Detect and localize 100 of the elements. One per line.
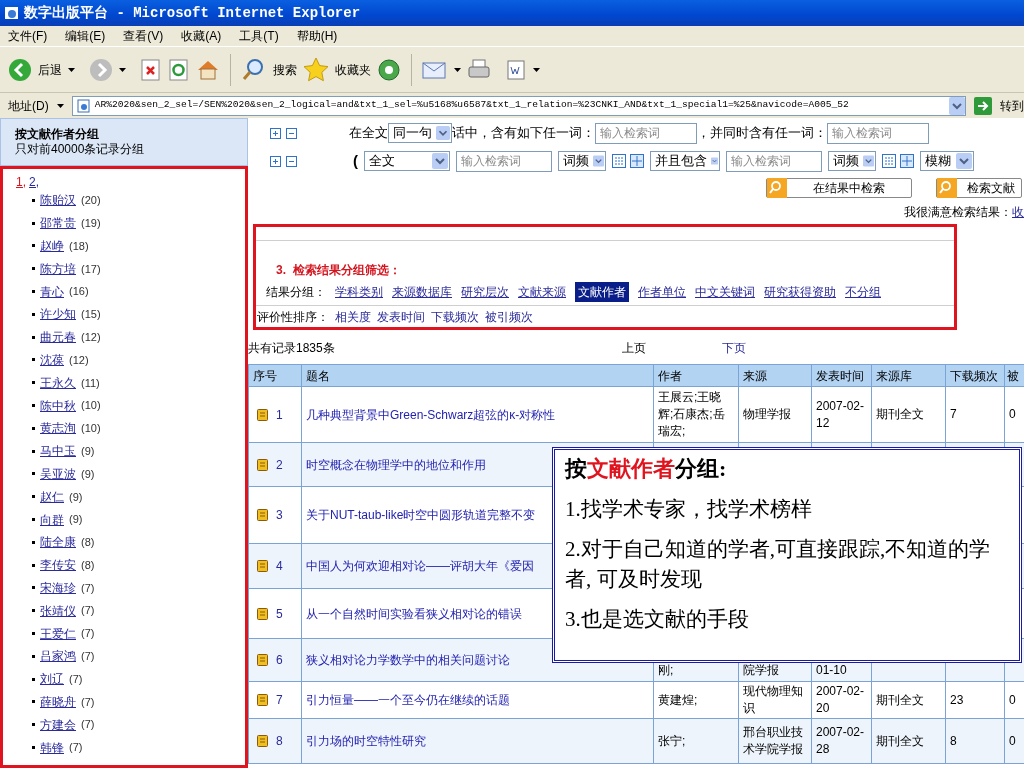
- dropdown[interactable]: 词频: [828, 151, 876, 171]
- dropdown[interactable]: 模糊: [920, 151, 974, 171]
- page-link[interactable]: 1,: [16, 175, 26, 189]
- table-cell-text: 王展云;王晓辉;石康杰;岳瑞宏;: [658, 389, 726, 440]
- author-link[interactable]: 刘辽: [40, 670, 64, 689]
- search-field[interactable]: 输入检索词: [827, 122, 929, 144]
- plus-icon[interactable]: [270, 155, 281, 167]
- expand-icon[interactable]: [630, 154, 644, 168]
- author-link[interactable]: 向群: [40, 510, 64, 529]
- author-link[interactable]: 张靖仪: [40, 601, 76, 620]
- group-option[interactable]: 研究层次: [461, 283, 509, 301]
- title-link[interactable]: 引力场的时空特性研究: [306, 734, 426, 748]
- go-icon[interactable]: [974, 96, 992, 115]
- author-link[interactable]: 方建会: [40, 715, 76, 734]
- menu-item[interactable]: 文件(F): [8, 27, 48, 45]
- author-link[interactable]: 薛晓舟: [40, 692, 76, 711]
- search-button[interactable]: 检索文献: [936, 178, 1022, 198]
- callout-point: 1.找学术专家，找学术榜样: [565, 496, 813, 523]
- menu-item[interactable]: 工具(T): [239, 27, 279, 45]
- menu-item[interactable]: 收藏(A): [181, 27, 222, 45]
- sort-option[interactable]: 下载频次: [431, 307, 479, 326]
- title-link[interactable]: 时空概念在物理学中的地位和作用: [306, 457, 486, 472]
- group-option[interactable]: 文献作者: [575, 282, 629, 302]
- author-link[interactable]: 青心: [40, 282, 64, 301]
- next-page-link[interactable]: 下页: [722, 339, 746, 357]
- sort-option[interactable]: 相关度: [335, 307, 371, 326]
- author-link[interactable]: 赵仁: [40, 487, 64, 506]
- title-link[interactable]: 狭义相对论力学数学中的相关问题讨论: [306, 653, 510, 667]
- row-number: 2: [276, 456, 283, 474]
- author-link[interactable]: 宋海珍: [40, 578, 76, 597]
- author-link[interactable]: 黄志洵: [40, 419, 76, 438]
- title-link[interactable]: 关于NUT-taub-like时空中圆形轨道完整不变: [306, 508, 536, 522]
- author-count: (10): [81, 398, 101, 414]
- group-option[interactable]: 研究获得资助: [764, 283, 836, 301]
- feedback-link[interactable]: 收: [1012, 203, 1024, 221]
- menu-item[interactable]: 查看(V): [123, 27, 164, 45]
- author-link[interactable]: 吕家鸿: [40, 647, 76, 666]
- dropdown[interactable]: 全文: [364, 151, 450, 171]
- author-link[interactable]: 赵峥: [40, 237, 64, 255]
- go-label[interactable]: 转到: [1000, 96, 1024, 115]
- search-button[interactable]: 在结果中检索: [766, 178, 912, 198]
- expand-icon[interactable]: [900, 154, 914, 168]
- back-label[interactable]: 后退: [38, 60, 62, 79]
- plus-icon[interactable]: [270, 127, 281, 139]
- grid-icon[interactable]: [612, 154, 626, 168]
- group-option[interactable]: 不分组: [845, 283, 881, 301]
- group-option[interactable]: 学科类别: [335, 283, 383, 301]
- author-count: (7): [69, 671, 83, 687]
- author-link[interactable]: 许少知: [40, 305, 76, 324]
- search-label[interactable]: 搜索: [273, 60, 297, 79]
- address-field[interactable]: AR%2020&sen_2_sel=/SEN%2020&sen_2_logical=and&txt_1_sel=%u5168%u6587&txt_1_relation=%23CNKI_AND&txt_1_special1=%25&navicode=A005_52: [71, 95, 966, 116]
- search-field[interactable]: 输入检索词: [456, 150, 552, 172]
- author-link[interactable]: 韩锋: [40, 738, 64, 757]
- dropdown[interactable]: 同一句: [388, 123, 452, 143]
- bullet-icon: [32, 700, 35, 704]
- menu-item[interactable]: 帮助(H): [296, 27, 338, 45]
- sort-option[interactable]: 被引频次: [485, 307, 533, 326]
- title-link[interactable]: 几种典型背景中Green-Schwarz超弦的κ-对称性: [306, 407, 556, 422]
- bullet-icon: [32, 472, 35, 476]
- author-link[interactable]: 曲元春: [40, 328, 76, 347]
- author-link[interactable]: 邵常贵: [40, 214, 76, 233]
- media-icon[interactable]: [377, 57, 401, 82]
- back-icon[interactable]: [8, 57, 32, 82]
- stop-icon[interactable]: [140, 58, 162, 81]
- author-link[interactable]: 王爱仁: [40, 624, 76, 643]
- author-link[interactable]: 陆全康: [40, 533, 76, 552]
- favorites-label[interactable]: 收藏夹: [335, 60, 371, 79]
- author-link[interactable]: 陈贻汉: [40, 191, 76, 210]
- dropdown[interactable]: 词频: [558, 151, 606, 171]
- grid-icon[interactable]: [882, 154, 896, 168]
- document-icon[interactable]: [505, 58, 527, 81]
- author-link[interactable]: 王永久: [40, 373, 76, 392]
- author-link[interactable]: 李传安: [40, 556, 76, 575]
- browser-icon: [4, 5, 20, 21]
- search-field[interactable]: 输入检索词: [726, 150, 822, 172]
- author-link[interactable]: 马中玉: [40, 442, 76, 461]
- search-field[interactable]: 输入检索词: [595, 122, 697, 144]
- group-option[interactable]: 来源数据库: [392, 283, 452, 301]
- group-option[interactable]: 作者单位: [638, 283, 686, 301]
- menu-item[interactable]: 编辑(E): [65, 27, 106, 45]
- author-link[interactable]: 吴亚波: [40, 464, 76, 483]
- sort-option[interactable]: 发表时间: [377, 307, 425, 326]
- title-link[interactable]: 从一个自然时间实验看狭义相对论的错误: [306, 606, 522, 621]
- author-link[interactable]: 沈葆: [40, 350, 64, 369]
- group-option[interactable]: 中文关键词: [695, 283, 755, 301]
- dropdown[interactable]: 并且包含: [650, 151, 720, 171]
- bullet-icon: [32, 404, 35, 408]
- minus-icon[interactable]: [286, 155, 297, 167]
- table-cell-text: 黄建煌;: [658, 691, 699, 709]
- author-link[interactable]: 陈方培: [40, 259, 76, 278]
- caret-icon: [454, 67, 461, 72]
- author-count: (7): [81, 717, 95, 733]
- group-option[interactable]: 文献来源: [518, 283, 566, 301]
- title-link[interactable]: 中国人为何欢迎相对论——评胡大年《爱因: [306, 559, 534, 573]
- refresh-icon[interactable]: [168, 58, 190, 81]
- minus-icon[interactable]: [286, 127, 297, 139]
- previous-page-link[interactable]: 上页: [622, 339, 722, 357]
- author-link[interactable]: 陈中秋: [40, 396, 76, 415]
- star-icon[interactable]: [303, 56, 329, 83]
- page-link[interactable]: 2,: [29, 175, 40, 189]
